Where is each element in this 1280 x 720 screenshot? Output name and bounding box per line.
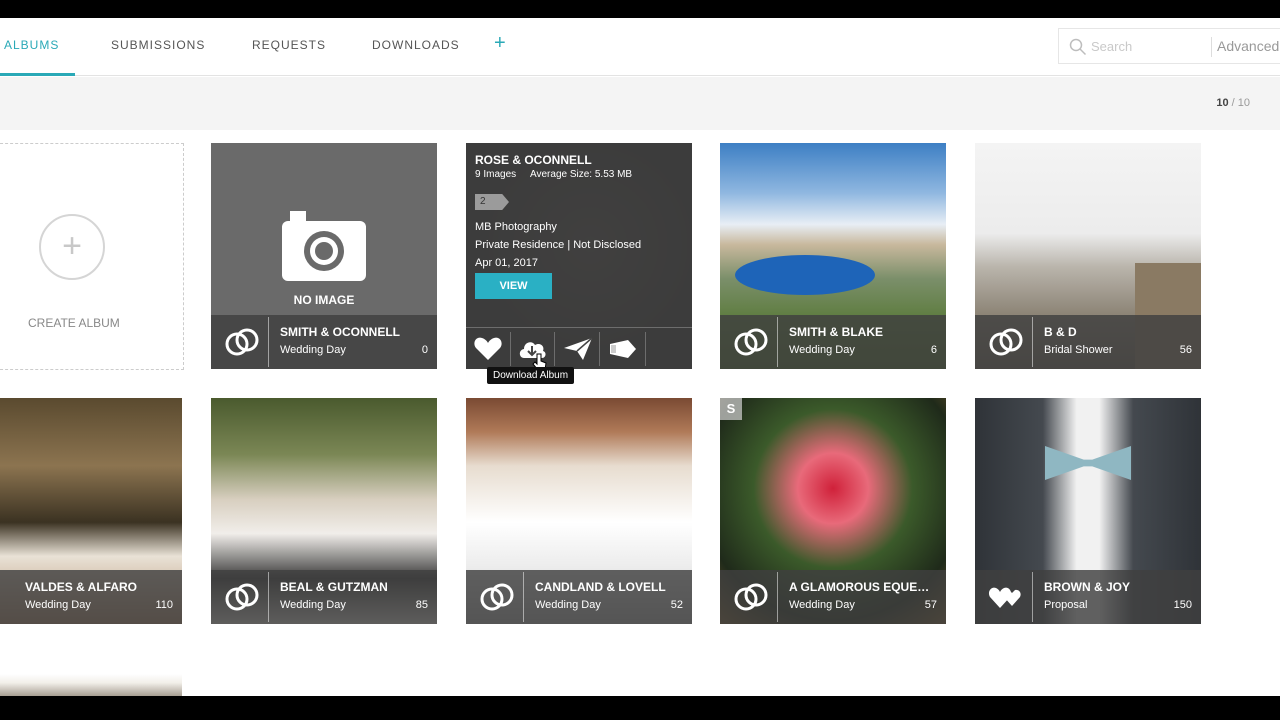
add-tab-button[interactable]: +: [494, 32, 506, 55]
album-image-count: 52: [670, 599, 683, 611]
create-album-label: CREATE ALBUM: [28, 316, 120, 330]
album-info-bar: BEAL & GUTZMAN Wedding Day 85: [211, 570, 437, 624]
album-card[interactable]: SMITH & BLAKE Wedding Day 6: [720, 143, 946, 369]
tag-count: 2: [480, 196, 486, 207]
toolbar-band: [0, 77, 1280, 130]
bowtie-shape: [1045, 446, 1131, 480]
album-title: SMITH & BLAKE: [789, 325, 883, 339]
album-info-bar: BROWN & JOY Proposal 150: [975, 570, 1201, 624]
album-card[interactable]: BEAL & GUTZMAN Wedding Day 85: [211, 398, 437, 624]
bar-divider: [777, 317, 778, 367]
bar-divider: [1032, 317, 1033, 367]
album-type: Wedding Day: [789, 599, 855, 611]
album-card[interactable]: VALDES & ALFARO Wedding Day 110: [0, 398, 182, 624]
album-title: SMITH & OCONNELL: [280, 325, 400, 339]
album-title: BROWN & JOY: [1044, 580, 1131, 594]
album-location: Private Residence | Not Disclosed: [475, 239, 642, 251]
rings-icon: [989, 328, 1023, 356]
album-info-bar: CANDLAND & LOVELL Wedding Day 52: [466, 570, 692, 624]
album-date: Apr 01, 2017: [475, 257, 538, 269]
create-album-card[interactable]: + CREATE ALBUM: [0, 143, 184, 370]
album-title: B & D: [1044, 325, 1077, 339]
search-divider: [1211, 37, 1212, 57]
album-count-current: 10: [1216, 97, 1229, 109]
next-row-preview: [0, 674, 182, 696]
top-nav: ALBUMS SUBMISSIONS REQUESTS DOWNLOADS + …: [0, 18, 1280, 76]
rings-icon: [734, 328, 768, 356]
advanced-search-link[interactable]: Advanced: [1217, 38, 1279, 54]
album-card[interactable]: B & D Bridal Shower 56: [975, 143, 1201, 369]
album-count: 10 / 10: [1216, 97, 1250, 109]
tag-icon: 2: [475, 194, 509, 210]
album-image-count: 110: [155, 599, 173, 611]
download-album-tooltip: Download Album: [487, 367, 575, 384]
hearts-icon: [988, 587, 1021, 608]
tab-requests[interactable]: REQUESTS: [252, 38, 326, 52]
album-card-hovered[interactable]: ROSE & OCONNELL 9 Images Average Size: 5…: [466, 143, 692, 369]
album-image-count: 6: [930, 344, 937, 356]
no-image-label: NO IMAGE: [293, 293, 355, 307]
bar-divider: [1032, 572, 1033, 622]
album-title: A GLAMOROUS EQUESTRIAN: [789, 580, 937, 594]
pond-shape: [735, 255, 875, 295]
bar-divider: [777, 572, 778, 622]
album-title: BEAL & GUTZMAN: [280, 580, 388, 594]
album-images-count: 9 Images: [475, 169, 517, 180]
album-count-total: / 10: [1231, 97, 1250, 109]
album-type: Wedding Day: [280, 599, 346, 611]
send-icon[interactable]: [563, 336, 593, 362]
search-input[interactable]: Search: [1091, 39, 1132, 54]
album-image-count: 150: [1173, 599, 1192, 611]
album-actions: [466, 327, 692, 369]
album-average-size: Average Size: 5.53 MB: [530, 169, 633, 180]
tab-downloads[interactable]: DOWNLOADS: [372, 38, 460, 52]
tab-albums[interactable]: ALBUMS: [4, 38, 59, 52]
album-card[interactable]: S A GLAMOROUS EQUESTRIAN Wedding Day 57: [720, 398, 946, 624]
rings-icon: [225, 583, 259, 611]
action-divider: [599, 332, 600, 366]
rings-icon: [480, 583, 514, 611]
album-type: Wedding Day: [535, 599, 601, 611]
action-divider: [554, 332, 555, 366]
album-card[interactable]: BROWN & JOY Proposal 150: [975, 398, 1201, 624]
album-title: VALDES & ALFARO: [25, 580, 138, 594]
app-viewport: ALBUMS SUBMISSIONS REQUESTS DOWNLOADS + …: [0, 18, 1280, 696]
album-image-count: 56: [1179, 344, 1192, 356]
album-title: CANDLAND & LOVELL: [535, 580, 666, 594]
album-info-bar: B & D Bridal Shower 56: [975, 315, 1201, 369]
heart-icon[interactable]: [473, 336, 503, 362]
album-info-bar: SMITH & OCONNELL Wedding Day 0: [211, 315, 437, 369]
s-badge: S: [720, 398, 742, 420]
album-title: ROSE & OCONNELL: [475, 153, 592, 167]
album-info-bar: A GLAMOROUS EQUESTRIAN Wedding Day 57: [720, 570, 946, 624]
album-type: Wedding Day: [789, 344, 855, 356]
album-card[interactable]: NO IMAGE SMITH & OCONNELL Wedding Day 0: [211, 143, 437, 369]
camera-icon: [282, 211, 366, 281]
tab-submissions[interactable]: SUBMISSIONS: [111, 38, 205, 52]
action-divider: [645, 332, 646, 366]
megaphone-icon[interactable]: [608, 336, 638, 362]
album-photographer: MB Photography: [475, 221, 557, 233]
search-box[interactable]: Search Advanced: [1058, 28, 1280, 64]
album-info-bar: VALDES & ALFARO Wedding Day 110: [0, 570, 182, 624]
bar-divider: [268, 317, 269, 367]
action-divider: [510, 332, 511, 366]
album-info-bar: SMITH & BLAKE Wedding Day 6: [720, 315, 946, 369]
view-button[interactable]: VIEW: [475, 273, 552, 299]
album-type: Proposal: [1044, 599, 1088, 611]
rings-icon: [734, 583, 768, 611]
album-type: Wedding Day: [25, 599, 91, 611]
album-image-count: 0: [421, 344, 428, 356]
album-type: Wedding Day: [280, 344, 346, 356]
search-icon: [1069, 38, 1087, 56]
bar-divider: [268, 572, 269, 622]
active-tab-indicator: [0, 73, 75, 76]
bar-divider: [523, 572, 524, 622]
album-image-count: 57: [924, 599, 937, 611]
album-image-count: 85: [415, 599, 428, 611]
album-card[interactable]: CANDLAND & LOVELL Wedding Day 52: [466, 398, 692, 624]
plus-circle-icon: +: [39, 214, 105, 280]
album-type: Bridal Shower: [1044, 344, 1113, 356]
rings-icon: [225, 328, 259, 356]
